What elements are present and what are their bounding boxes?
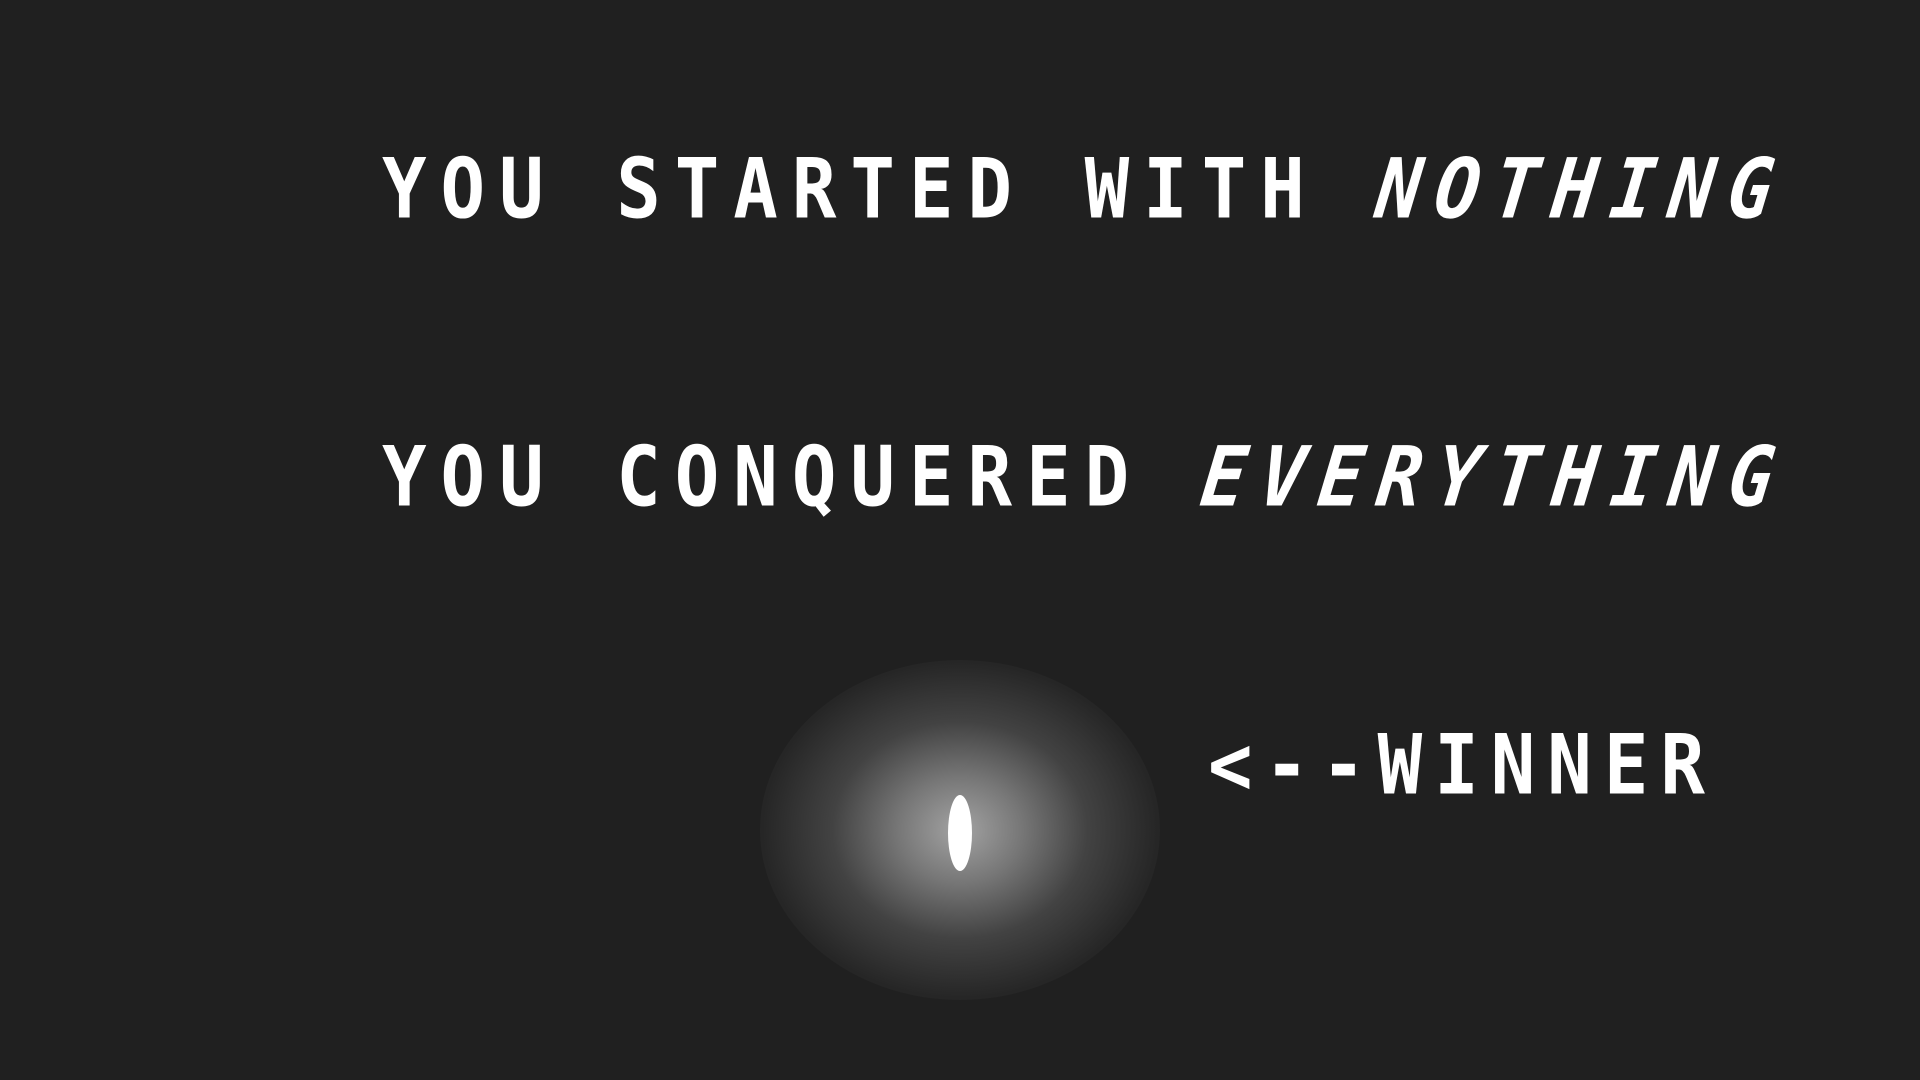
winner-label: <--WINNER [1208,717,1717,814]
ending-line-2-emphasis: EVERYTHING [1195,429,1794,526]
ending-line-1-emphasis: NOTHING [1371,141,1794,238]
player-sprite [948,795,972,871]
ending-line-2-prefix: YOU CONQUERED [382,429,1202,526]
ending-line-1: YOU STARTED WITH NOTHING [382,141,1793,237]
ending-line-1-prefix: YOU STARTED WITH [382,141,1378,238]
ending-line-2: YOU CONQUERED EVERYTHING [382,429,1793,525]
game-ending-screen: YOU STARTED WITH NOTHING YOU CONQUERED E… [0,0,1920,1080]
